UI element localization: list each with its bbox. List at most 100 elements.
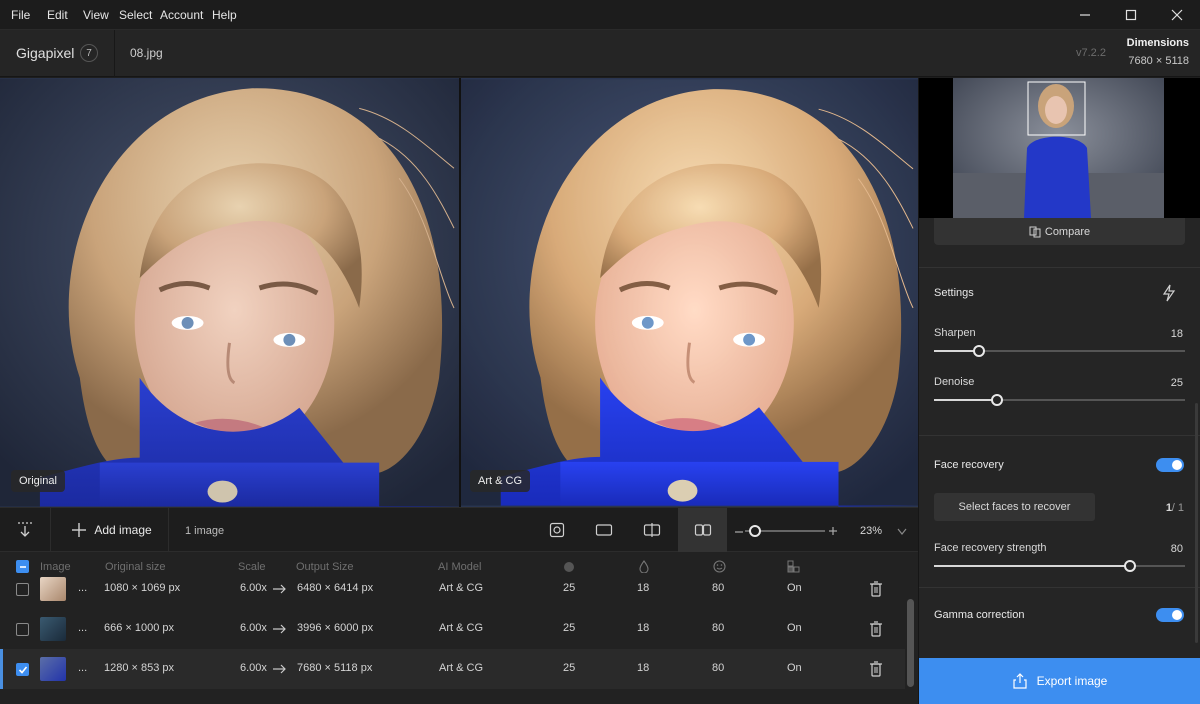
trash-icon	[870, 621, 882, 637]
row-checkbox[interactable]	[16, 623, 29, 636]
checkmark-icon	[18, 666, 28, 674]
table-row-selected[interactable]: ... 1280 × 853 px 6.00x 7680 × 5118 px A…	[0, 649, 905, 689]
image-thumbnail	[40, 657, 66, 681]
dimensions-value: 7680 × 5118	[1128, 55, 1189, 67]
face-strength-slider[interactable]	[934, 560, 1185, 572]
processed-preview-pane[interactable]	[461, 78, 918, 507]
gamma-correction-toggle[interactable]	[1156, 608, 1184, 622]
compare-button[interactable]: Compare	[934, 218, 1185, 245]
sharpen-value[interactable]: 18	[1171, 328, 1183, 340]
arrow-right-icon	[273, 624, 286, 634]
denoise-value[interactable]: 25	[1171, 377, 1183, 389]
denoise-slider[interactable]	[934, 394, 1185, 406]
zoom-level[interactable]: 23%	[860, 525, 882, 537]
original-size-cell: 1080 × 1069 px	[104, 582, 181, 594]
table-row[interactable]: ... 666 × 1000 px 6.00x 3996 × 6000 px A…	[0, 609, 905, 649]
close-button[interactable]	[1154, 0, 1200, 30]
original-image	[0, 78, 459, 507]
import-button[interactable]	[0, 508, 50, 552]
gamma-cell: On	[787, 662, 802, 674]
compare-label: Compare	[1044, 225, 1091, 238]
maximize-button[interactable]	[1108, 0, 1154, 30]
export-icon	[1013, 673, 1027, 689]
scale-cell: 6.00x	[240, 662, 267, 674]
face-recovery-toggle[interactable]	[1156, 458, 1184, 472]
app-version: v7.2.2	[1076, 47, 1106, 59]
minimize-button[interactable]	[1062, 0, 1108, 30]
denoise-slider-fill	[934, 399, 997, 401]
original-preview-pane[interactable]	[0, 78, 459, 507]
row-checkbox[interactable]	[16, 583, 29, 596]
denoise-slider-handle[interactable]	[990, 394, 1003, 406]
sharpen-slider-handle[interactable]	[973, 345, 986, 357]
face-strength-value[interactable]: 80	[1171, 543, 1183, 555]
denoise-cell: 25	[563, 622, 576, 634]
export-image-button[interactable]: Export image	[919, 658, 1200, 704]
menu-view[interactable]: View	[83, 8, 109, 22]
zoom-out-icon[interactable]	[734, 527, 744, 537]
panel-divider	[919, 587, 1200, 588]
menu-select[interactable]: Select	[119, 8, 152, 22]
gamma-correction-title: Gamma correction	[934, 609, 1025, 621]
snapshot-button[interactable]	[535, 508, 579, 552]
dimensions-label: Dimensions	[1126, 37, 1189, 49]
ai-model-cell: Art & CG	[439, 662, 484, 674]
single-view-button[interactable]	[582, 508, 626, 552]
single-view-icon	[595, 524, 613, 536]
sharpen-cell: 18	[637, 622, 650, 634]
zoom-slider-handle[interactable]	[748, 525, 761, 537]
delete-row-button[interactable]	[869, 621, 883, 640]
row-checkbox[interactable]	[16, 663, 29, 676]
panel-scrollbar[interactable]	[1195, 403, 1198, 643]
menu-account[interactable]: Account	[160, 8, 203, 22]
face-strength-label: Face recovery strength	[934, 542, 1047, 554]
image-preview[interactable]	[0, 78, 918, 507]
navigator-minimap[interactable]	[919, 78, 1200, 218]
sharpen-cell: 18	[637, 662, 650, 674]
arrow-right-icon	[273, 664, 286, 674]
image-thumbnail	[40, 617, 66, 641]
compare-icon	[1029, 226, 1041, 237]
row-ellipsis: ...	[78, 662, 88, 674]
processed-image	[461, 78, 918, 507]
arrow-right-icon	[273, 584, 286, 594]
split-view-button[interactable]	[630, 508, 674, 552]
lightning-icon[interactable]	[1161, 284, 1177, 302]
output-size-cell: 7680 × 5118 px	[297, 662, 373, 674]
menu-edit[interactable]: Edit	[47, 8, 68, 22]
current-filename: 08.jpg	[130, 46, 163, 60]
toolbar-separator	[168, 508, 169, 552]
plus-icon	[72, 523, 87, 537]
panel-divider	[919, 267, 1200, 268]
add-image-label: Add image	[94, 523, 152, 537]
navigator-image	[953, 78, 1164, 218]
toolbar-separator	[50, 508, 51, 552]
delete-row-button[interactable]	[869, 581, 883, 600]
table-scrollbar[interactable]	[907, 599, 914, 687]
title-bar: File Edit View Select Account Help	[0, 0, 1200, 30]
menu-file[interactable]: File	[11, 8, 30, 22]
image-queue-table: Image Original size Scale Output Size AI…	[0, 552, 918, 704]
gamma-cell: On	[787, 582, 802, 594]
scale-cell: 6.00x	[240, 582, 267, 594]
zoom-in-icon[interactable]	[828, 526, 838, 536]
queue-count-badge[interactable]: 7	[80, 44, 98, 62]
select-faces-button[interactable]: Select faces to recover	[934, 493, 1095, 521]
delete-row-button[interactable]	[869, 661, 883, 680]
sharpen-cell: 18	[637, 582, 650, 594]
maximize-icon	[1125, 9, 1137, 21]
menu-help[interactable]: Help	[212, 8, 237, 22]
output-size-cell: 3996 × 6000 px	[297, 622, 374, 634]
chevron-down-icon[interactable]	[897, 528, 907, 536]
panel-divider	[919, 435, 1200, 436]
table-row[interactable]: ... 1080 × 1069 px 6.00x 6480 × 6414 px …	[0, 569, 905, 609]
sharpen-slider[interactable]	[934, 345, 1185, 357]
preview-toolbar: Add image 1 image 23%	[0, 507, 918, 552]
add-image-button[interactable]: Add image	[62, 508, 162, 552]
minimize-icon	[1080, 14, 1090, 16]
settings-panel: Compare Settings Sharpen 18 Denoise 25 F…	[918, 78, 1200, 704]
denoise-cell: 25	[563, 662, 576, 674]
face-strength-slider-handle[interactable]	[1123, 560, 1136, 572]
side-by-side-view-button[interactable]	[678, 508, 727, 552]
gamma-cell: On	[787, 622, 802, 634]
